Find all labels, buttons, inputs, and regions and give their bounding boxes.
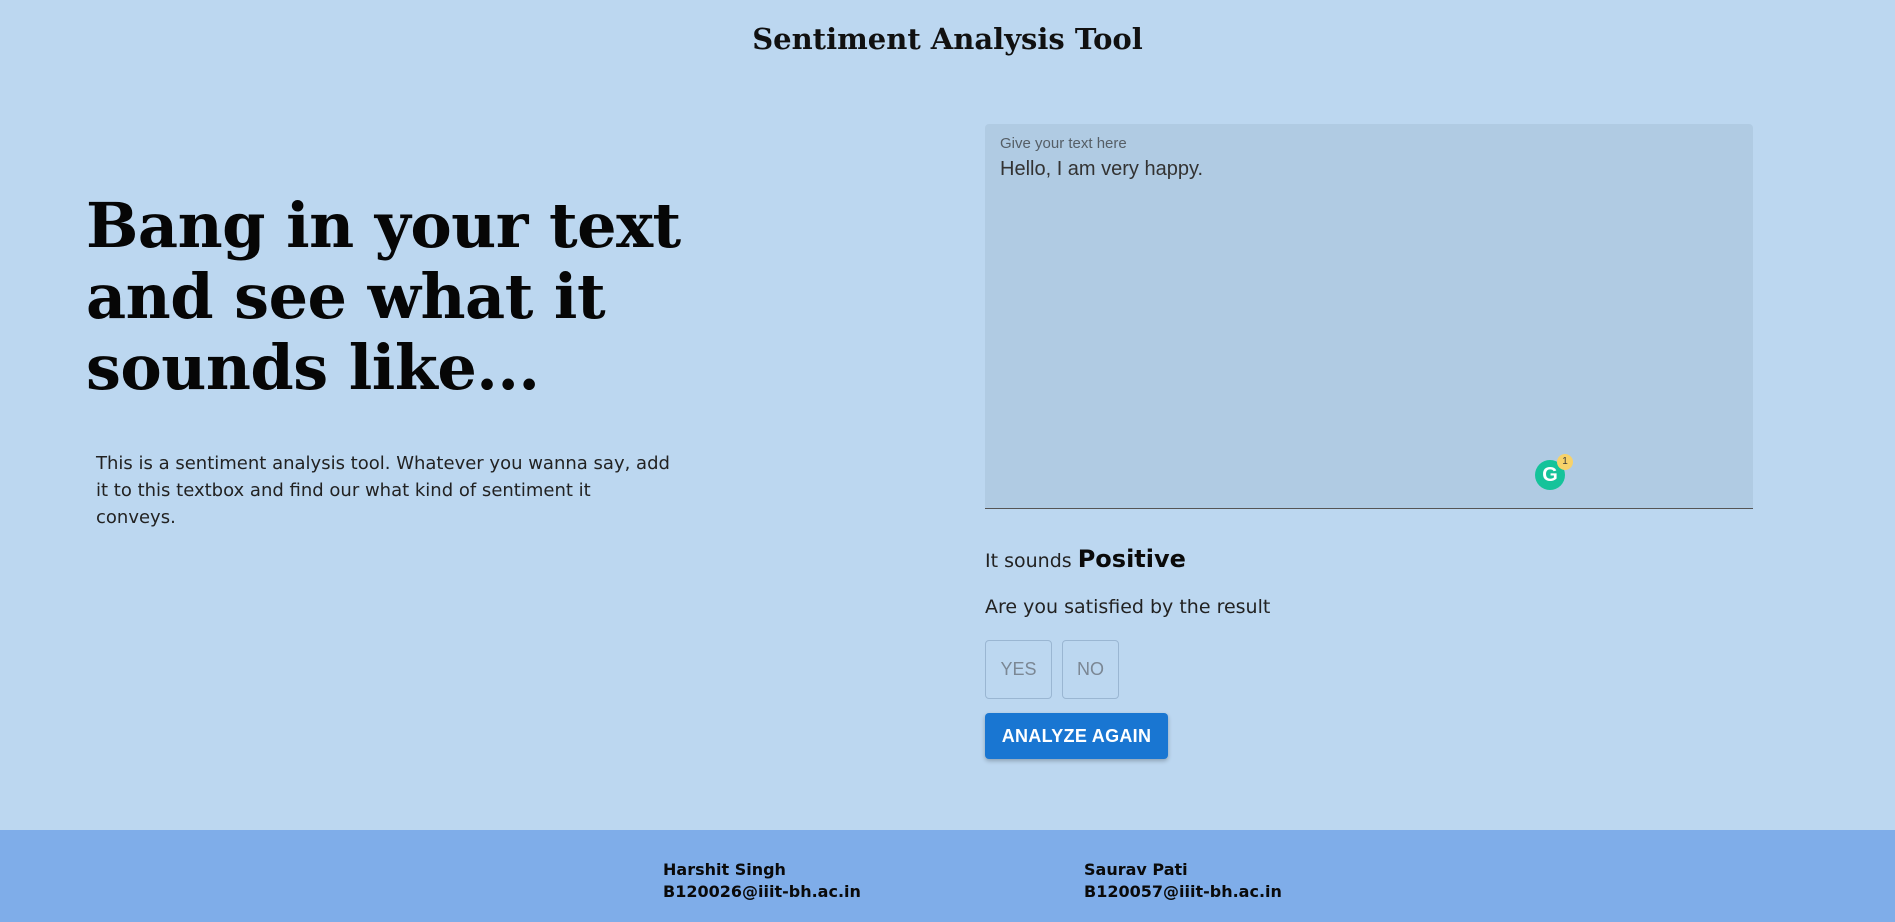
sentiment-result: It sounds Positive bbox=[985, 545, 1186, 573]
satisfaction-question: Are you satisfied by the result bbox=[985, 596, 1271, 618]
text-input-value[interactable]: Hello, I am very happy. bbox=[1000, 158, 1203, 181]
contact-name: Saurav Pati bbox=[1084, 860, 1188, 879]
hero-headline: Bang in your text and see what it sounds… bbox=[86, 189, 681, 404]
text-input-field[interactable]: Give your text here Hello, I am very hap… bbox=[985, 124, 1753, 509]
footer: Harshit Singh B120026@iiit-bh.ac.in Saur… bbox=[0, 830, 1895, 922]
contact-email: B120057@iiit-bh.ac.in bbox=[1084, 882, 1282, 901]
sentiment-result-prefix: It sounds bbox=[985, 550, 1072, 572]
analyze-again-button[interactable]: ANALYZE AGAIN bbox=[985, 713, 1168, 759]
yes-button[interactable]: YES bbox=[985, 640, 1052, 699]
contact-email: B120026@iiit-bh.ac.in bbox=[663, 882, 861, 901]
footer-contact: Saurav Pati B120057@iiit-bh.ac.in bbox=[1084, 859, 1282, 903]
sentiment-result-value: Positive bbox=[1077, 545, 1186, 573]
page-title: Sentiment Analysis Tool bbox=[752, 22, 1143, 56]
contact-name: Harshit Singh bbox=[663, 860, 786, 879]
hero-description: This is a sentiment analysis tool. Whate… bbox=[96, 453, 670, 528]
page: Sentiment Analysis Tool Bang in your tex… bbox=[0, 0, 1895, 922]
no-button[interactable]: NO bbox=[1062, 640, 1119, 699]
text-input-label: Give your text here bbox=[1000, 135, 1127, 152]
grammarly-badge-count: 1 bbox=[1557, 454, 1573, 470]
footer-contact: Harshit Singh B120026@iiit-bh.ac.in bbox=[663, 859, 861, 903]
